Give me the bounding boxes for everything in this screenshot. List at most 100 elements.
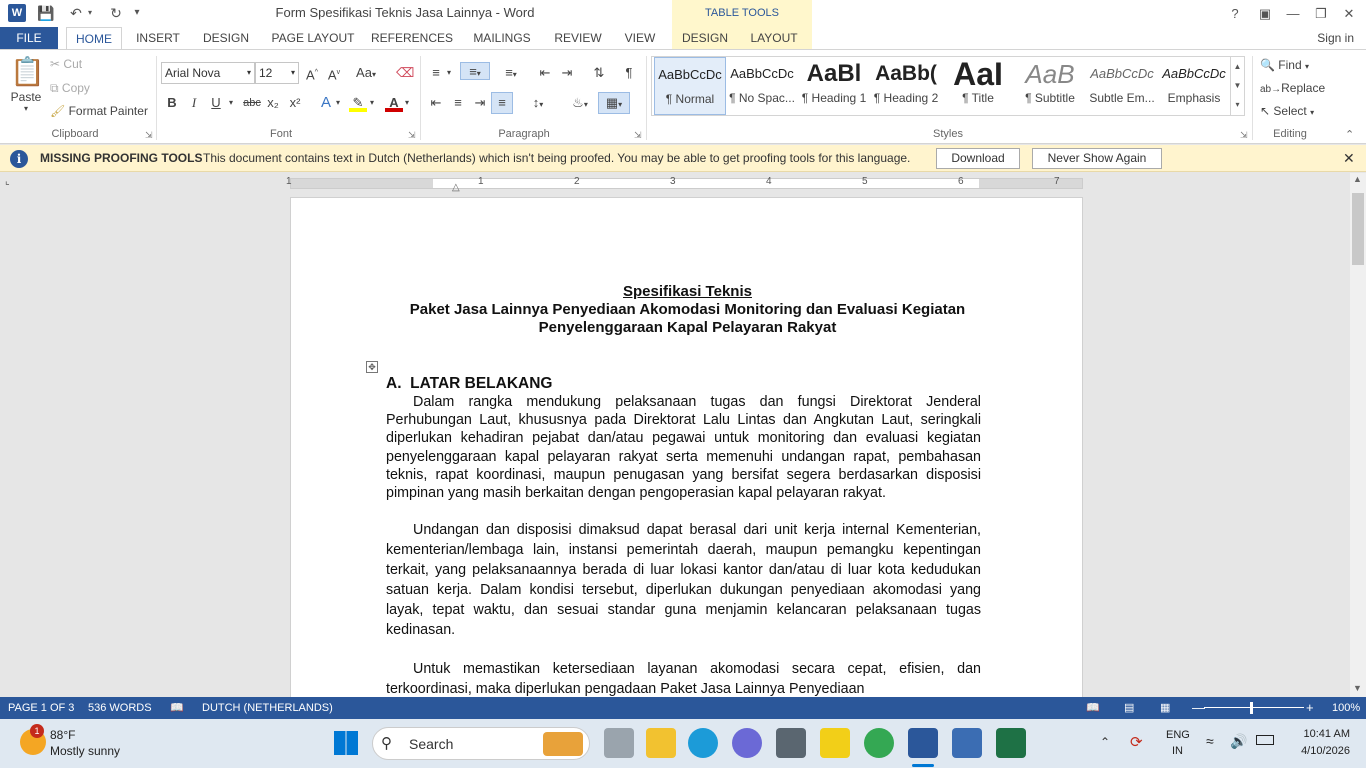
chevron-down-icon[interactable]: ▾ <box>370 98 374 107</box>
styles-launcher-icon[interactable]: ⇲ <box>1240 130 1248 141</box>
file-explorer-icon[interactable] <box>646 728 676 758</box>
calculator-icon[interactable] <box>952 728 982 758</box>
sign-in-link[interactable]: Sign in <box>1317 27 1354 49</box>
tab-view[interactable]: VIEW <box>618 27 662 49</box>
decrease-indent-icon[interactable]: ⇤ <box>536 64 554 82</box>
bold-button[interactable]: B <box>163 94 181 112</box>
replace-button[interactable]: ab→Replace <box>1260 81 1325 95</box>
chevron-down-icon[interactable]: ▾ <box>447 68 451 77</box>
excel-icon[interactable] <box>996 728 1026 758</box>
strikethrough-button[interactable]: abc <box>241 94 263 112</box>
style-subtitle[interactable]: AaB ¶ Subtitle <box>1014 57 1086 115</box>
tab-references[interactable]: REFERENCES <box>371 27 453 49</box>
wifi-icon[interactable]: ≈ <box>1206 733 1214 749</box>
zoom-out-icon[interactable]: — <box>1192 697 1205 719</box>
find-button[interactable]: 🔍 Find ▾ <box>1260 58 1309 72</box>
restore-icon[interactable]: ❐ <box>1306 0 1336 27</box>
sort-icon[interactable]: ⇅ <box>590 64 608 82</box>
tab-design[interactable]: DESIGN <box>197 27 255 49</box>
download-button[interactable]: Download <box>936 148 1020 169</box>
tab-file[interactable]: FILE <box>0 27 58 49</box>
edge-icon[interactable] <box>688 728 718 758</box>
ribbon-display-options-icon[interactable]: ▣ <box>1250 0 1280 27</box>
scroll-down-icon[interactable]: ▼ <box>1353 683 1362 693</box>
taskbar-search[interactable]: ⚲ Search <box>372 727 590 760</box>
word-count[interactable]: 536 WORDS <box>88 697 152 719</box>
style-heading-1[interactable]: AaBl ¶ Heading 1 <box>798 57 870 115</box>
tab-review[interactable]: REVIEW <box>550 27 606 49</box>
tab-mailings[interactable]: MAILINGS <box>466 27 538 49</box>
chevron-down-icon[interactable]: ▾ <box>405 98 409 107</box>
language-ind-1[interactable]: ENG <box>1166 729 1190 741</box>
weather-desc[interactable]: Mostly sunny <box>50 744 120 758</box>
sticky-notes-icon[interactable] <box>820 728 850 758</box>
zoom-level[interactable]: 100% <box>1332 697 1360 719</box>
copilot-icon[interactable] <box>732 728 762 758</box>
table-move-handle-icon[interactable]: ✥ <box>366 361 378 373</box>
page-count[interactable]: PAGE 1 OF 3 <box>8 697 74 719</box>
align-center-icon[interactable]: ≡ <box>449 94 467 112</box>
align-left-icon[interactable]: ⇤ <box>427 94 445 112</box>
vertical-scrollbar[interactable]: ▲ ▼ <box>1350 173 1366 698</box>
minimize-icon[interactable]: — <box>1278 0 1308 27</box>
style-subtle-emphasis[interactable]: AaBbCcDc Subtle Em... <box>1086 57 1158 115</box>
chrome-icon[interactable] <box>864 728 894 758</box>
read-mode-icon[interactable]: 📖 <box>1086 697 1100 719</box>
font-launcher-icon[interactable]: ⇲ <box>408 130 416 141</box>
language-indicator[interactable]: DUTCH (NETHERLANDS) <box>202 697 333 719</box>
styles-scroll-buttons[interactable]: ▲ ▼ ▾ <box>1230 57 1244 115</box>
battery-icon[interactable] <box>1256 735 1274 745</box>
text-effects-icon[interactable]: A <box>317 94 335 112</box>
line-spacing-icon[interactable]: ↕▾ <box>525 94 551 112</box>
language-ind-2[interactable]: IN <box>1172 745 1183 757</box>
underline-button[interactable]: U <box>207 94 225 112</box>
align-right-icon[interactable]: ⇥ <box>471 94 489 112</box>
chevron-down-icon[interactable]: ▾ <box>336 98 340 107</box>
italic-button[interactable]: I <box>185 94 203 112</box>
clear-formatting-icon[interactable]: ⌫ <box>396 64 414 82</box>
sync-icon[interactable]: ⟳ <box>1130 733 1143 751</box>
font-size-combo[interactable]: 12 ▾ <box>255 62 299 84</box>
help-button[interactable]: ? <box>1220 0 1250 27</box>
select-button[interactable]: ↖ Select ▾ <box>1260 104 1314 118</box>
print-layout-icon[interactable]: ▤ <box>1124 697 1134 719</box>
change-case-button[interactable]: Aa▾ <box>352 64 380 82</box>
scroll-thumb[interactable] <box>1352 193 1364 265</box>
style-normal[interactable]: AaBbCcDc ¶ Normal <box>654 57 726 115</box>
scroll-up-icon[interactable]: ▲ <box>1353 174 1362 184</box>
font-name-combo[interactable]: Arial Nova ▾ <box>161 62 255 84</box>
web-layout-icon[interactable]: ▦ <box>1160 697 1170 719</box>
increase-indent-icon[interactable]: ⇥ <box>558 64 576 82</box>
bullets-icon[interactable]: ≡ <box>427 64 445 82</box>
cut-button[interactable]: ✂ Cut <box>50 57 82 71</box>
shading-icon[interactable]: ♨▾ <box>566 94 594 112</box>
paragraph-launcher-icon[interactable]: ⇲ <box>634 130 642 141</box>
superscript-button[interactable]: x² <box>286 94 304 112</box>
zoom-in-icon[interactable]: + <box>1306 697 1314 719</box>
clipboard-launcher-icon[interactable]: ⇲ <box>145 130 153 141</box>
copy-button[interactable]: ⧉ Copy <box>50 81 90 96</box>
style-title[interactable]: AaI ¶ Title <box>942 57 1014 115</box>
style-emphasis[interactable]: AaBbCcDc Emphasis <box>1158 57 1230 115</box>
clock-date[interactable]: 4/10/2026 <box>1290 745 1350 757</box>
paste-button[interactable]: 📋 Paste ▾ <box>6 54 46 124</box>
weather-temp[interactable]: 88°F <box>50 728 75 742</box>
indent-marker-icon[interactable]: △ <box>452 182 460 193</box>
close-window-icon[interactable]: ✕ <box>1334 0 1364 27</box>
show-hide-marks-icon[interactable]: ¶ <box>620 64 638 82</box>
document-page[interactable]: Spesifikasi Teknis Paket Jasa Lainnya Pe… <box>290 197 1083 698</box>
justify-icon[interactable]: ≡ <box>491 92 513 114</box>
ruler-bar[interactable] <box>290 178 1083 189</box>
tab-page-layout[interactable]: PAGE LAYOUT <box>267 27 359 49</box>
highlight-color-icon[interactable]: ✎ <box>349 94 367 112</box>
close-info-bar-icon[interactable]: ✕ <box>1343 150 1355 167</box>
tab-table-design[interactable]: DESIGN <box>676 27 734 49</box>
grow-font-icon[interactable]: A^ <box>303 64 321 82</box>
font-color-icon[interactable]: A <box>385 94 403 112</box>
tab-selector-icon[interactable]: ⌞ <box>5 176 17 188</box>
camera-icon[interactable] <box>776 728 806 758</box>
proofing-icon[interactable]: 📖 <box>170 697 184 719</box>
underline-dropdown-icon[interactable]: ▾ <box>229 98 233 107</box>
word-taskbar-icon[interactable] <box>908 728 938 758</box>
clock-time[interactable]: 10:41 AM <box>1290 728 1350 740</box>
